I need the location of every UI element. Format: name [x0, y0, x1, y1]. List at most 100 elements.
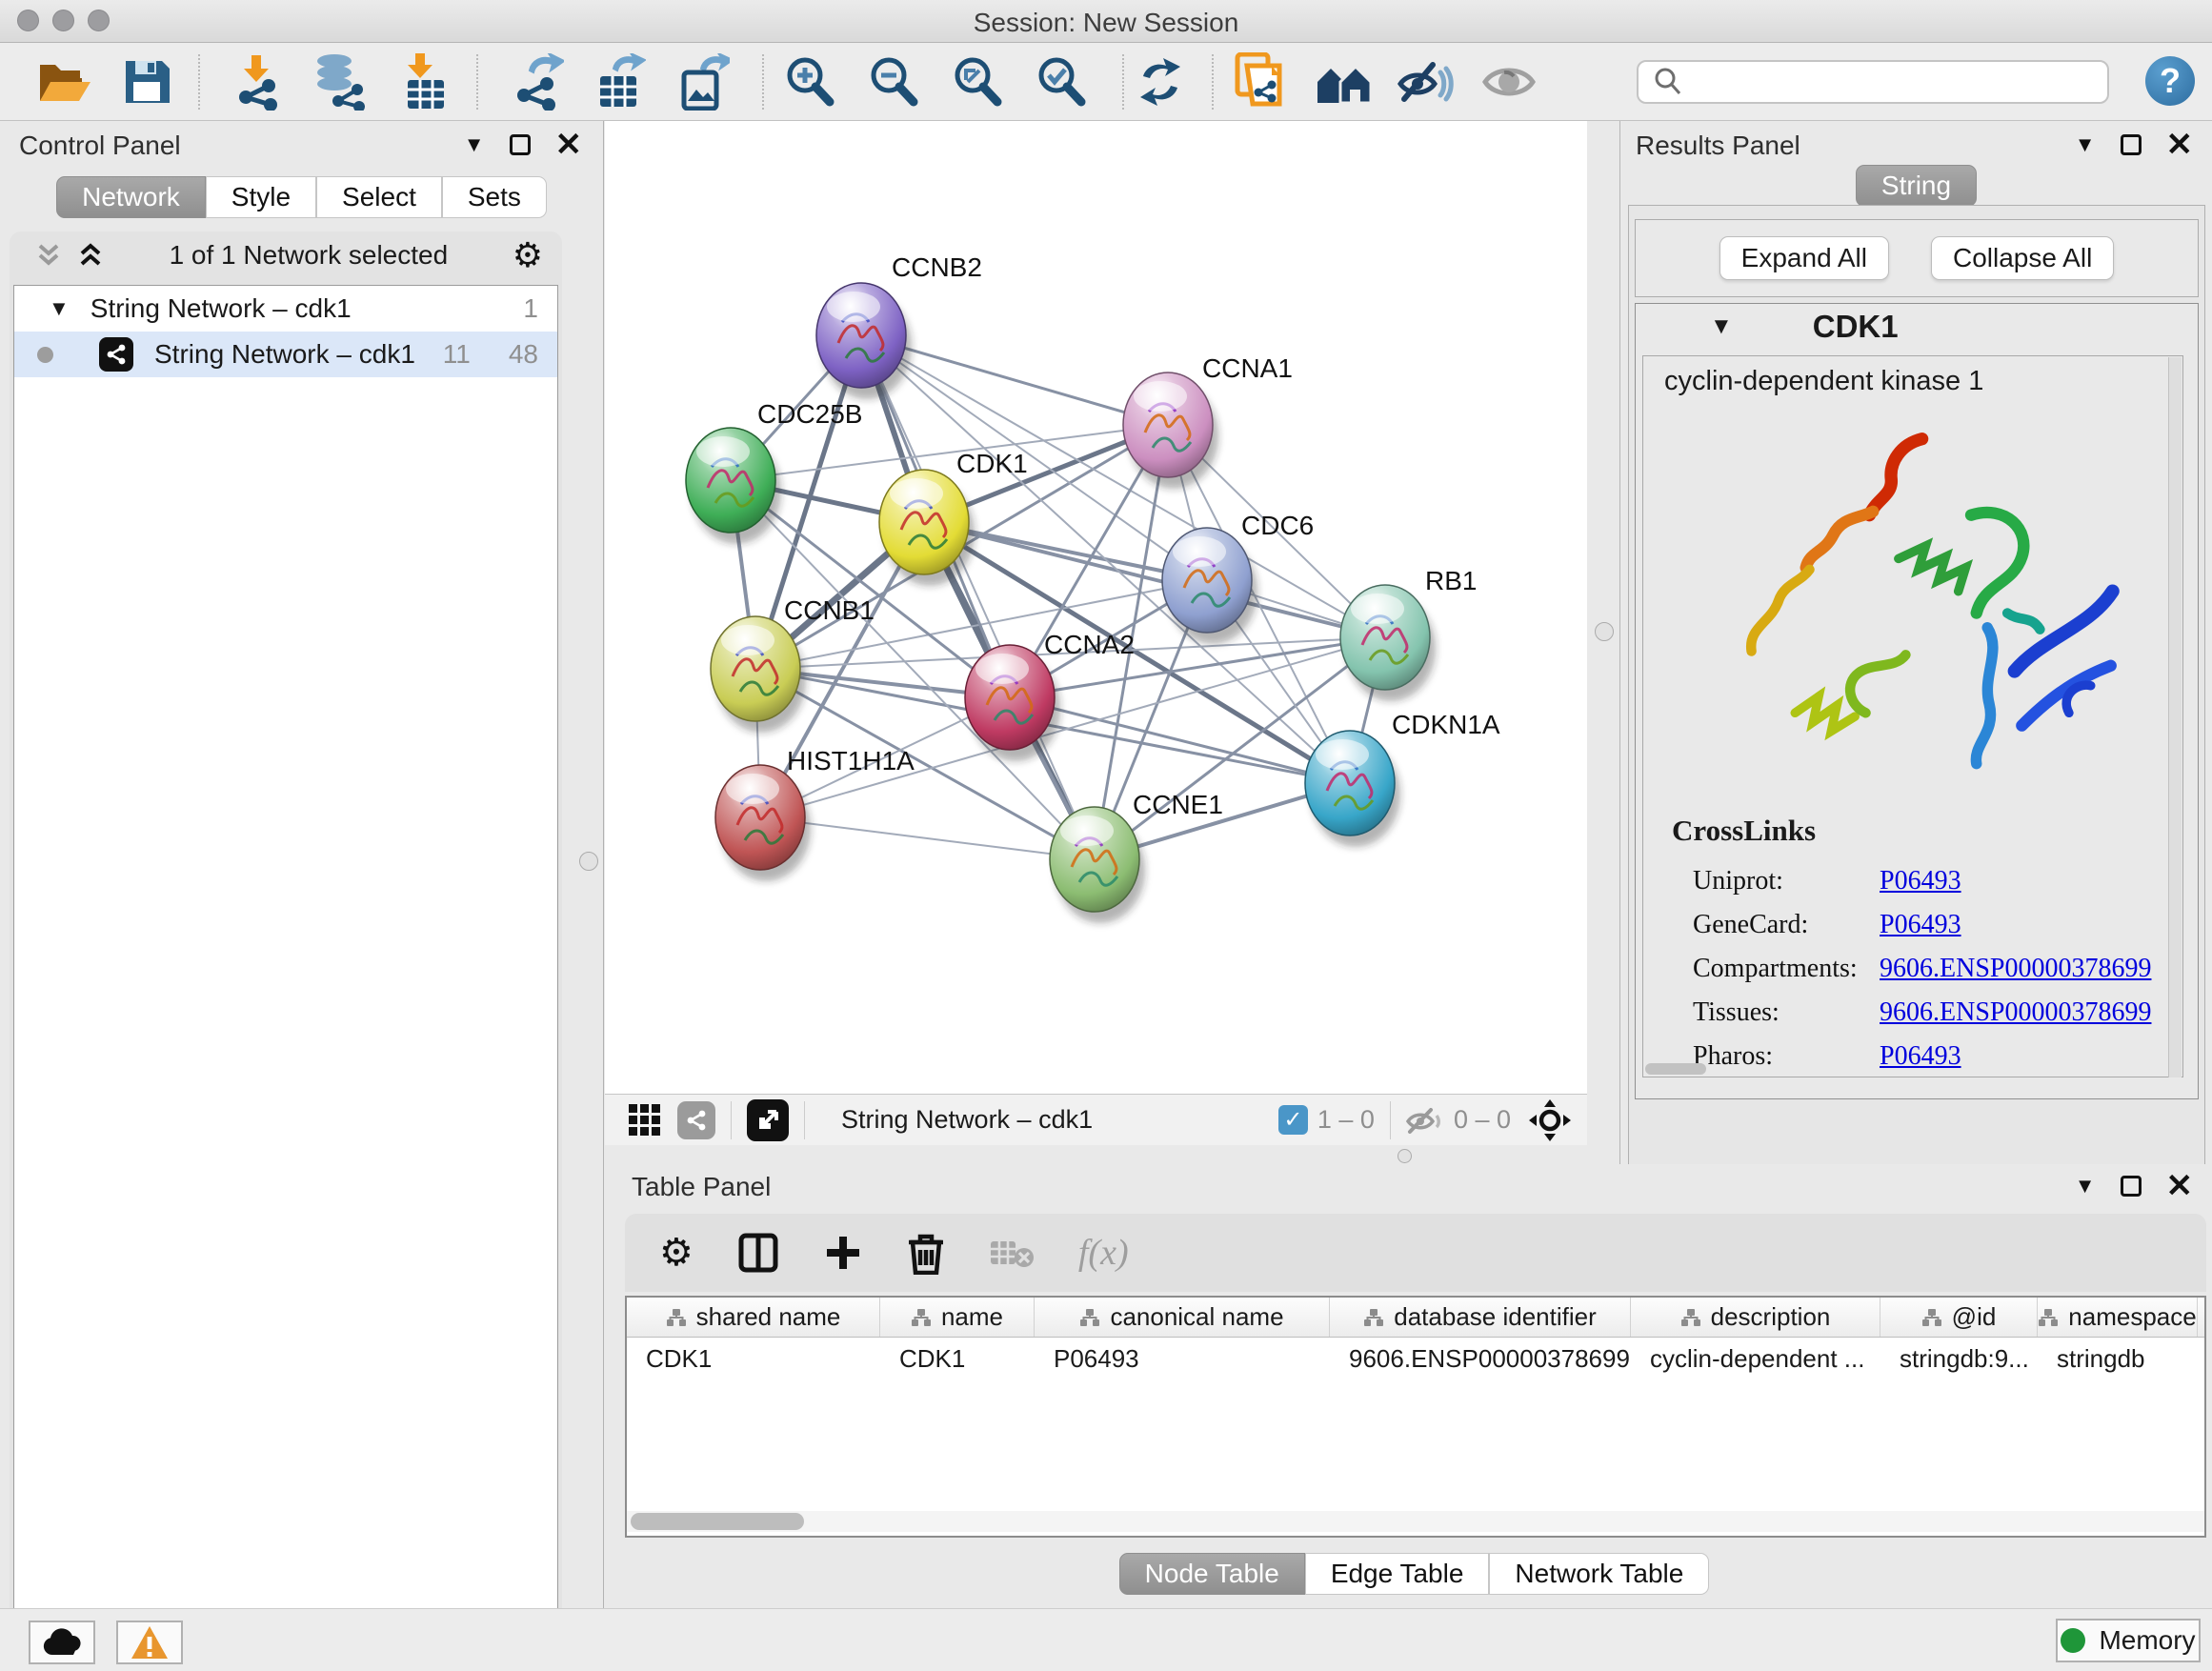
table-cell[interactable]: 9606.ENSP00000378699 [1330, 1338, 1631, 1379]
first-neighbors-icon[interactable] [1313, 52, 1374, 111]
network-node-cdc6[interactable] [1162, 528, 1257, 644]
close-panel-icon[interactable]: ✕ [2166, 134, 2194, 155]
crosslink-link[interactable]: P06493 [1880, 1041, 1961, 1072]
apply-layout-icon[interactable] [1130, 52, 1191, 111]
collapse-all-networks-icon[interactable] [34, 241, 63, 270]
new-network-from-selection-icon[interactable] [1229, 52, 1290, 111]
column-header-namespace[interactable]: namespace [2038, 1298, 2198, 1337]
tab-select[interactable]: Select [316, 176, 442, 218]
panel-menu-icon[interactable]: ▼ [2075, 1174, 2096, 1198]
table-cell[interactable]: cyclin-dependent ... [1631, 1338, 1880, 1379]
tab-network-table[interactable]: Network Table [1489, 1553, 1709, 1595]
current-network-title: String Network – cdk1 [841, 1105, 1278, 1135]
column-header-database-identifier[interactable]: database identifier [1330, 1298, 1631, 1337]
network-node-rb1[interactable] [1340, 585, 1436, 701]
column-header-shared-name[interactable]: shared name [627, 1298, 880, 1337]
network-edge[interactable] [924, 522, 1385, 637]
gene-card-expander-icon[interactable]: ▼ [1710, 313, 1733, 340]
bottom-splitter-handle[interactable] [1398, 1149, 1412, 1163]
network-options-gear-icon[interactable]: ⚙ [513, 235, 543, 275]
network-node-ccna1[interactable] [1123, 372, 1218, 489]
zoom-in-icon[interactable] [779, 52, 840, 111]
float-panel-icon[interactable] [2121, 134, 2142, 155]
export-image-icon[interactable] [673, 52, 734, 111]
float-panel-icon[interactable] [2121, 1176, 2142, 1197]
zoom-fit-icon[interactable] [947, 52, 1008, 111]
tab-edge-table[interactable]: Edge Table [1305, 1553, 1490, 1595]
expand-all-networks-icon[interactable] [76, 241, 105, 270]
help-button[interactable]: ? [2145, 56, 2195, 106]
zoom-selected-icon[interactable] [1031, 52, 1092, 111]
network-node-cdc25b[interactable] [686, 428, 781, 544]
network-collection-row[interactable]: ▼ String Network – cdk1 1 [14, 286, 557, 332]
table-cell[interactable]: P06493 [1035, 1338, 1330, 1379]
table-settings-gear-icon[interactable]: ⚙ [659, 1231, 694, 1275]
network-node-ccne1[interactable] [1050, 807, 1145, 923]
zoom-out-icon[interactable] [863, 52, 924, 111]
left-splitter-handle[interactable] [579, 852, 598, 871]
tab-node-table[interactable]: Node Table [1119, 1553, 1305, 1595]
column-header--id[interactable]: @id [1880, 1298, 2038, 1337]
show-all-icon[interactable] [1478, 52, 1539, 111]
network-edge[interactable] [861, 335, 1095, 859]
tab-string[interactable]: String [1856, 165, 1977, 207]
save-session-icon[interactable] [116, 52, 177, 111]
network-node-ccnb2[interactable] [816, 283, 912, 399]
float-panel-icon[interactable] [510, 134, 531, 155]
title-bar: Session: New Session [0, 0, 2212, 43]
column-header-canonical-name[interactable]: canonical name [1035, 1298, 1330, 1337]
warnings-button[interactable] [116, 1621, 183, 1664]
network-view-icon[interactable] [677, 1101, 715, 1139]
collection-expander-icon[interactable]: ▼ [49, 296, 70, 321]
crosslink-link[interactable]: 9606.ENSP00000378699 [1880, 997, 2151, 1028]
memory-button[interactable]: Memory [2056, 1619, 2201, 1662]
selected-checkbox-icon[interactable]: ✓ [1278, 1105, 1308, 1135]
column-header-name[interactable]: name [880, 1298, 1035, 1337]
panel-menu-icon[interactable]: ▼ [464, 132, 485, 157]
show-columns-icon[interactable] [737, 1232, 779, 1274]
close-panel-icon[interactable]: ✕ [2166, 1176, 2194, 1197]
network-node-cdkn1a[interactable] [1305, 731, 1400, 847]
table-cell[interactable]: stringdb:9... [1880, 1338, 2038, 1379]
results-horizontal-scrollbar[interactable] [1645, 1063, 1706, 1075]
table-cell[interactable]: CDK1 [880, 1338, 1035, 1379]
crosslink-link[interactable]: 9606.ENSP00000378699 [1880, 954, 2151, 984]
tab-sets[interactable]: Sets [442, 176, 547, 218]
table-row[interactable]: CDK1CDK1P064939606.ENSP00000378699cyclin… [627, 1338, 2204, 1379]
network-row[interactable]: String Network – cdk1 11 48 [14, 332, 557, 377]
tab-style[interactable]: Style [206, 176, 316, 218]
table-cell[interactable]: CDK1 [627, 1338, 880, 1379]
crosslink-link[interactable]: P06493 [1880, 910, 1961, 940]
close-panel-icon[interactable]: ✕ [555, 134, 583, 155]
delete-column-icon[interactable] [907, 1231, 945, 1275]
export-table-icon[interactable] [589, 52, 650, 111]
cloud-status-button[interactable] [29, 1621, 95, 1664]
right-splitter-handle[interactable] [1595, 622, 1614, 641]
search-input[interactable] [1692, 63, 2107, 101]
panel-menu-icon[interactable]: ▼ [2075, 132, 2096, 157]
tab-network[interactable]: Network [56, 176, 206, 218]
network-canvas[interactable]: CCNB2CCNA1CDC25BCDK1CDC6RB1CCNB1CCNA2CDK… [605, 121, 1587, 1094]
export-network-icon[interactable] [507, 52, 568, 111]
fit-selected-icon[interactable] [1528, 1098, 1572, 1142]
column-header-description[interactable]: description [1631, 1298, 1880, 1337]
open-session-icon[interactable] [34, 52, 95, 111]
import-network-from-database-icon[interactable] [309, 52, 370, 111]
add-column-icon[interactable] [823, 1233, 863, 1273]
network-node-ccna2[interactable] [965, 645, 1060, 761]
expand-all-button[interactable]: Expand All [1719, 236, 1889, 280]
results-vertical-scrollbar[interactable] [2168, 357, 2182, 1077]
crosslink-link[interactable]: P06493 [1880, 866, 1961, 896]
import-network-icon[interactable] [227, 52, 288, 111]
table-cell[interactable]: stringdb [2038, 1338, 2198, 1379]
hide-selection-icon[interactable] [1395, 52, 1456, 111]
network-graph[interactable]: CCNB2CCNA1CDC25BCDK1CDC6RB1CCNB1CCNA2CDK… [605, 121, 1587, 1094]
network-node-cdk1[interactable] [879, 470, 975, 586]
table-horizontal-scrollbar[interactable] [627, 1511, 2204, 1532]
gene-card-header[interactable]: ▼ CDK1 [1636, 304, 2198, 350]
detach-view-icon[interactable] [747, 1099, 789, 1141]
import-table-icon[interactable] [394, 52, 455, 111]
collapse-all-button[interactable]: Collapse All [1931, 236, 2114, 280]
grid-view-icon[interactable] [628, 1103, 662, 1137]
network-node-hist1h1a[interactable] [715, 765, 811, 881]
